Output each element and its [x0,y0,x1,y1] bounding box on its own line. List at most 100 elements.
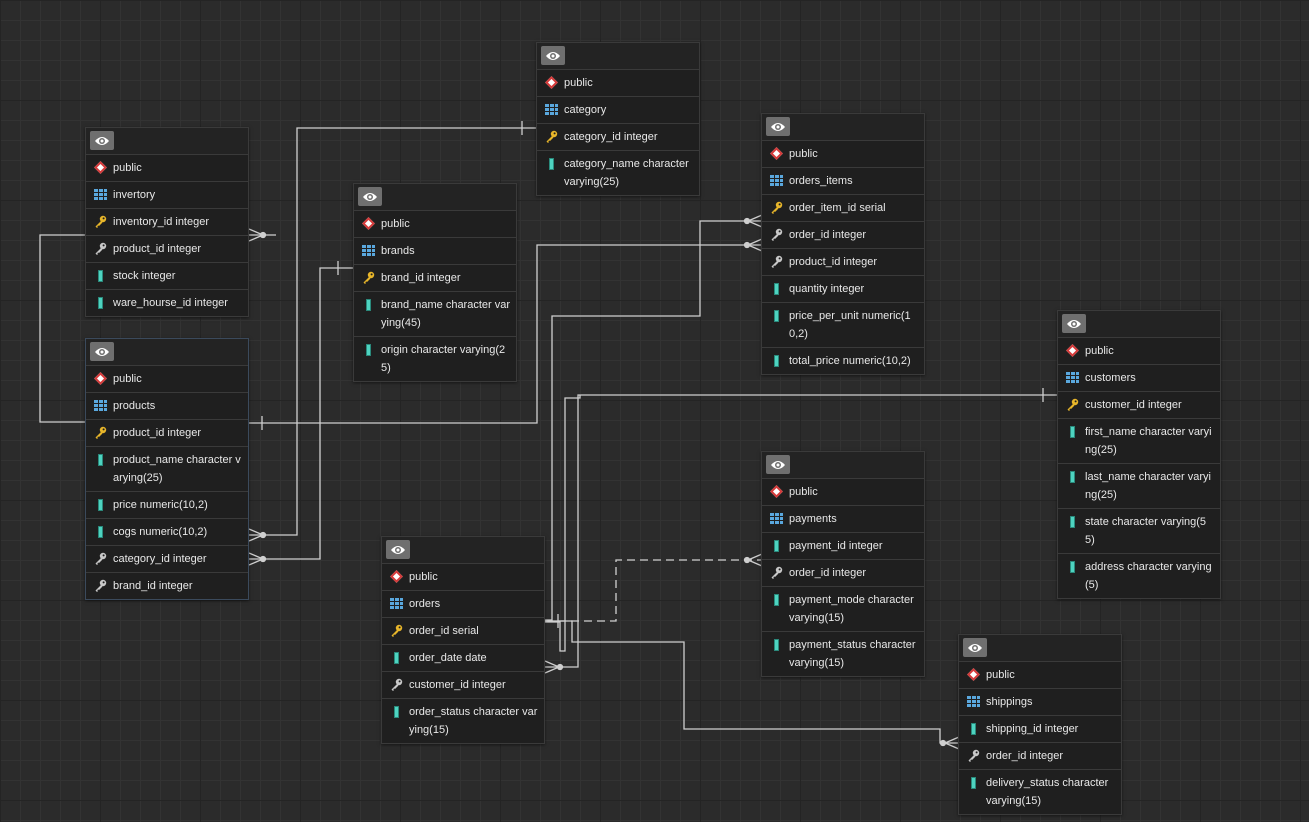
column-label: category_id integer [564,131,658,143]
column-label: address character varying(5) [1085,561,1212,591]
column-row[interactable]: address character varying(5) [1058,554,1220,598]
column-row[interactable]: cogs numeric(10,2) [86,519,248,546]
column-row[interactable]: product_name character varying(25) [86,447,248,492]
table-name-row[interactable]: orders [382,591,544,618]
schema-row[interactable]: public [762,141,924,168]
column-row[interactable]: payment_mode character varying(15) [762,587,924,632]
eye-icon[interactable] [766,117,790,136]
table-customers[interactable]: public customers customer_id integer first_… [1057,310,1221,599]
column-icon [94,453,107,466]
schema-icon [94,372,107,385]
foreign-key-icon [94,552,107,565]
schema-name: public [986,669,1015,681]
column-label: product_id integer [113,427,202,439]
schema-name: public [409,571,438,583]
column-row[interactable]: payment_id integer [762,533,924,560]
table-name: invertory [113,189,156,201]
column-row[interactable]: brand_id integer [354,265,516,292]
table-name: customers [1085,372,1136,384]
table-name-row[interactable]: orders_items [762,168,924,195]
eye-icon[interactable] [90,131,114,150]
eye-icon[interactable] [358,187,382,206]
link-orders-orders-items [545,395,581,652]
column-row[interactable]: product_id integer [762,249,924,276]
schema-row[interactable]: public [537,70,699,97]
table-products[interactable]: public products product_id integer product_… [85,338,249,600]
column-icon [94,269,107,282]
eye-icon[interactable] [386,540,410,559]
column-icon [94,498,107,511]
schema-row[interactable]: public [86,366,248,393]
column-row[interactable]: first_name character varying(25) [1058,419,1220,464]
schema-row[interactable]: public [959,662,1121,689]
column-row[interactable]: payment_status character varying(15) [762,632,924,676]
column-row[interactable]: product_id integer [86,420,248,447]
column-row[interactable]: customer_id integer [382,672,544,699]
column-row[interactable]: shipping_id integer [959,716,1121,743]
column-row[interactable]: brand_name character varying(45) [354,292,516,337]
table-header [762,452,924,479]
column-row[interactable]: price_per_unit numeric(10,2) [762,303,924,348]
column-row[interactable]: stock integer [86,263,248,290]
column-row[interactable]: delivery_status character varying(15) [959,770,1121,814]
table-name-row[interactable]: payments [762,506,924,533]
column-row[interactable]: category_id integer [537,124,699,151]
table-category[interactable]: public category category_id integer categor… [536,42,700,196]
column-icon [1066,470,1079,483]
column-label: last_name character varying(25) [1085,471,1211,501]
table-name-row[interactable]: brands [354,238,516,265]
schema-row[interactable]: public [354,211,516,238]
column-row[interactable]: ware_hourse_id integer [86,290,248,316]
eye-icon[interactable] [963,638,987,657]
eye-icon[interactable] [766,455,790,474]
table-orders[interactable]: public orders order_id serial order_date da… [381,536,545,744]
table-name-row[interactable]: products [86,393,248,420]
table-name-row[interactable]: invertory [86,182,248,209]
schema-icon [770,485,783,498]
column-row[interactable]: state character varying(55) [1058,509,1220,554]
table-shippings[interactable]: public shippings shipping_id integer order_… [958,634,1122,815]
schema-row[interactable]: public [86,155,248,182]
column-row[interactable]: brand_id integer [86,573,248,599]
table-name-row[interactable]: category [537,97,699,124]
schema-row[interactable]: public [382,564,544,591]
table-inventory[interactable]: public invertory inventory_id integer produ… [85,127,249,317]
table-brands[interactable]: public brands brand_id integer brand_name c… [353,183,517,382]
table-header [762,114,924,141]
column-row[interactable]: customer_id integer [1058,392,1220,419]
column-row[interactable]: order_id serial [382,618,544,645]
schema-row[interactable]: public [1058,338,1220,365]
column-label: origin character varying(25) [381,344,506,374]
schema-row[interactable]: public [762,479,924,506]
column-row[interactable]: total_price numeric(10,2) [762,348,924,374]
column-row[interactable]: order_item_id serial [762,195,924,222]
column-row[interactable]: category_name character varying(25) [537,151,699,195]
column-row[interactable]: origin character varying(25) [354,337,516,381]
column-row[interactable]: last_name character varying(25) [1058,464,1220,509]
table-orders-items[interactable]: public orders_items order_item_id serial or… [761,113,925,375]
column-icon [545,157,558,170]
table-name: shippings [986,696,1033,708]
column-row[interactable]: order_id integer [762,222,924,249]
eye-icon[interactable] [1062,314,1086,333]
eye-icon[interactable] [541,46,565,65]
schema-icon [390,570,403,583]
table-name-row[interactable]: shippings [959,689,1121,716]
column-row[interactable]: order_status character varying(15) [382,699,544,743]
column-row[interactable]: category_id integer [86,546,248,573]
table-name-row[interactable]: customers [1058,365,1220,392]
column-label: payment_id integer [789,540,883,552]
column-row[interactable]: quantity integer [762,276,924,303]
column-row[interactable]: order_id integer [762,560,924,587]
table-header [537,43,699,70]
column-row[interactable]: order_date date [382,645,544,672]
column-label: shipping_id integer [986,723,1079,735]
column-label: customer_id integer [1085,399,1182,411]
eye-icon[interactable] [90,342,114,361]
table-payments[interactable]: public payments payment_id integer order_id… [761,451,925,677]
column-row[interactable]: order_id integer [959,743,1121,770]
column-row[interactable]: price numeric(10,2) [86,492,248,519]
column-row[interactable]: product_id integer [86,236,248,263]
schema-icon [94,161,107,174]
column-row[interactable]: inventory_id integer [86,209,248,236]
